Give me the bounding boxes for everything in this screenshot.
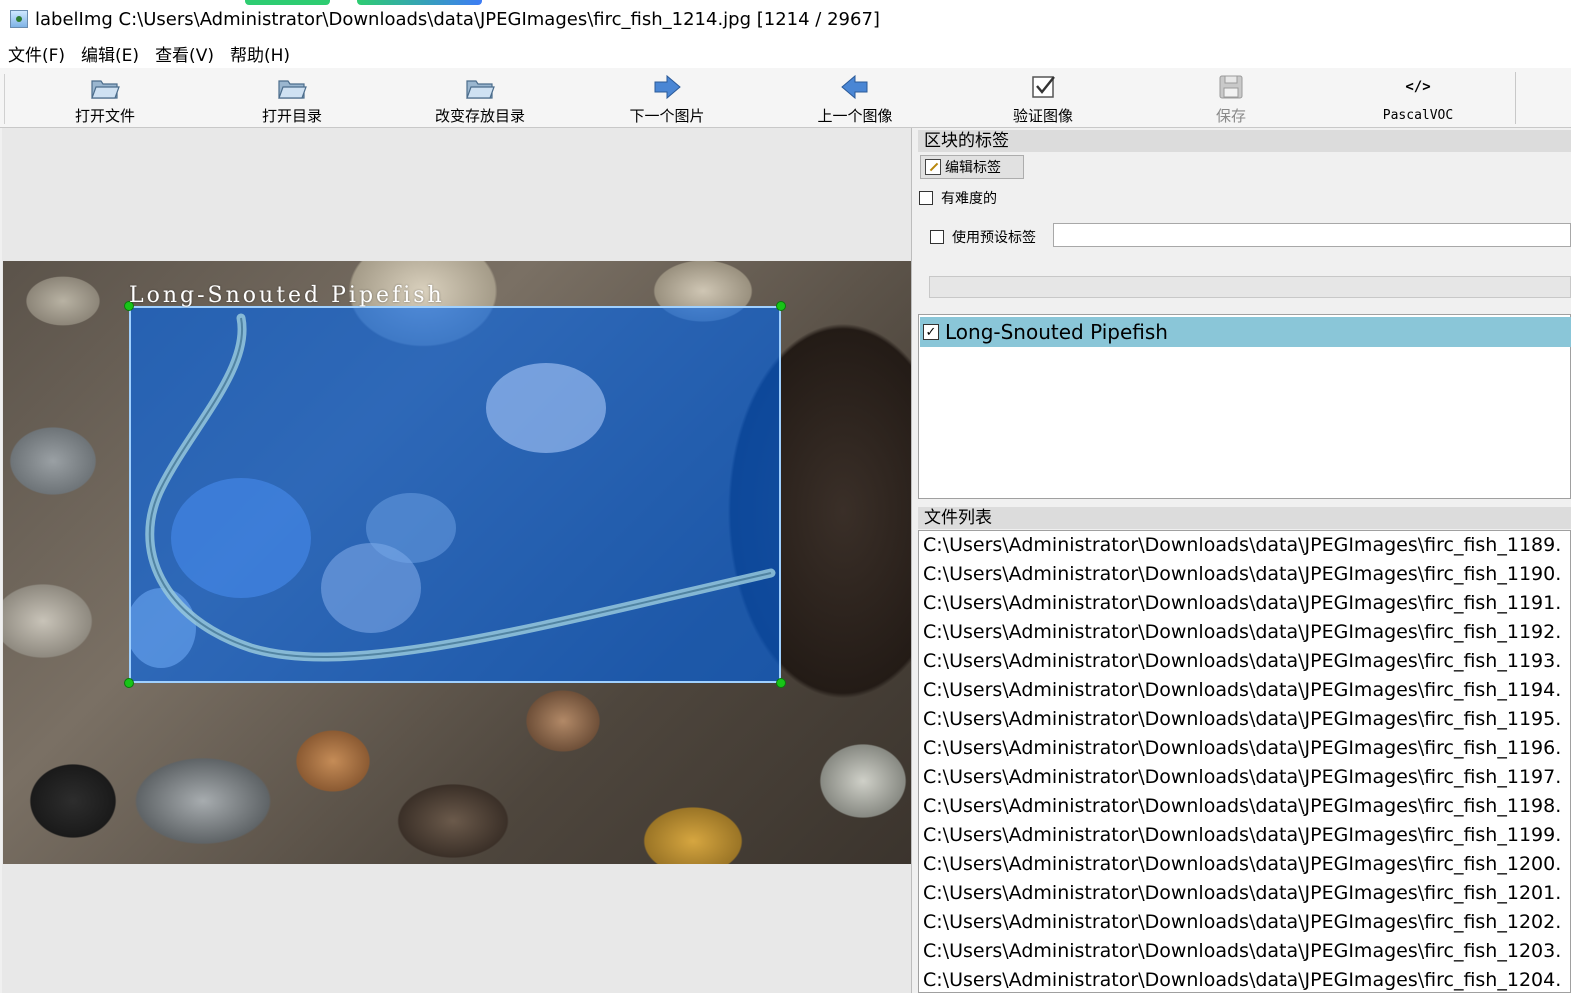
arrow-left-icon [840,72,870,102]
app-icon [10,10,28,28]
change-save-dir-label: 改变存放目录 [434,107,525,125]
label-visible-checkbox[interactable]: ✓ [923,324,939,340]
file-list-item[interactable]: C:\Users\Administrator\Downloads\data\JP… [919,647,1570,676]
file-list-item[interactable]: C:\Users\Administrator\Downloads\data\JP… [919,792,1570,821]
toolbar: 打开文件 打开目录 改变存放目录 下一个图片 上一个图像 验证图像 保存 </>… [0,68,1571,128]
edit-pencil-icon [925,159,941,175]
file-list-item[interactable]: C:\Users\Administrator\Downloads\data\JP… [919,850,1570,879]
file-list-item[interactable]: C:\Users\Administrator\Downloads\data\JP… [919,908,1570,937]
fish-in-box-graphic [131,313,776,668]
title-bar: labelImg C:\Users\Administrator\Download… [0,0,1571,38]
file-list-item[interactable]: C:\Users\Administrator\Downloads\data\JP… [919,589,1570,618]
change-save-dir-button[interactable]: 改变存放目录 [415,68,545,128]
file-list[interactable]: C:\Users\Administrator\Downloads\data\JP… [918,530,1571,993]
folder-open-icon [277,72,307,102]
file-list-item[interactable]: C:\Users\Administrator\Downloads\data\JP… [919,705,1570,734]
open-dir-label: 打开目录 [261,107,322,125]
right-dock-panel: 区块的标签 编辑标签 有难度的 使用预设标签 ✓ Long-Snouted Pi… [915,128,1571,993]
next-image-button[interactable]: 下一个图片 [602,68,732,128]
toolbar-separator [1515,72,1516,124]
verify-image-button[interactable]: 验证图像 [978,68,1108,128]
menu-view[interactable]: 查看(V) [155,41,214,66]
bounding-box[interactable] [129,306,781,683]
use-default-label-checkbox[interactable] [930,230,944,244]
bbox-label-text: Long-Snouted Pipefish [129,283,445,308]
file-list-item[interactable]: C:\Users\Administrator\Downloads\data\JP… [919,821,1570,850]
menu-bar: 文件(F) 编辑(E) 查看(V) 帮助(H) [0,38,1571,68]
default-label-input[interactable] [1053,223,1571,247]
floppy-disk-icon [1216,72,1246,102]
difficult-checkbox-row[interactable]: 有难度的 [919,188,997,208]
checkbox-checked-icon [1028,72,1058,102]
arrow-right-icon [652,72,682,102]
use-default-label-row[interactable]: 使用预设标签 [930,227,1036,247]
taskbar-accent-green [245,0,330,5]
difficult-label: 有难度的 [941,191,997,207]
window-title: labelImg C:\Users\Administrator\Download… [35,8,880,30]
folder-open-icon [465,72,495,102]
file-list-item[interactable]: C:\Users\Administrator\Downloads\data\JP… [919,531,1570,560]
format-label: PascalVOC [1382,108,1454,123]
prev-image-button[interactable]: 上一个图像 [790,68,920,128]
open-dir-button[interactable]: 打开目录 [227,68,357,128]
menu-edit[interactable]: 编辑(E) [81,41,139,66]
file-list-title: 文件列表 [918,507,1571,529]
edit-label-text: 编辑标签 [945,160,1001,176]
file-list-item[interactable]: C:\Users\Administrator\Downloads\data\JP… [919,734,1570,763]
menu-help[interactable]: 帮助(H) [230,41,290,66]
annotated-image[interactable]: Long-Snouted Pipefish [3,261,911,864]
dock-splitter-bar [929,276,1571,298]
bbox-handle-bottom-left[interactable] [124,678,134,688]
image-canvas[interactable]: Long-Snouted Pipefish [2,128,912,993]
file-list-item[interactable]: C:\Users\Administrator\Downloads\data\JP… [919,937,1570,966]
open-file-button[interactable]: 打开文件 [40,68,170,128]
save-button[interactable]: 保存 [1166,68,1296,128]
label-item-text: Long-Snouted Pipefish [945,320,1168,344]
format-pascalvoc-button[interactable]: </> PascalVOC [1353,68,1483,128]
file-list-item[interactable]: C:\Users\Administrator\Downloads\data\JP… [919,618,1570,647]
file-list-item[interactable]: C:\Users\Administrator\Downloads\data\JP… [919,879,1570,908]
labels-dock-title: 区块的标签 [918,130,1571,152]
menu-file[interactable]: 文件(F) [8,41,65,66]
code-icon: </> [1405,79,1431,95]
folder-open-icon [90,72,120,102]
open-file-label: 打开文件 [74,107,135,125]
file-list-item[interactable]: C:\Users\Administrator\Downloads\data\JP… [919,763,1570,792]
toolbar-grip [4,74,5,124]
label-list[interactable]: ✓ Long-Snouted Pipefish [918,314,1571,499]
prev-image-label: 上一个图像 [817,107,893,125]
use-default-label-text: 使用预设标签 [952,230,1036,246]
bbox-handle-top-right[interactable] [776,301,786,311]
file-list-item[interactable]: C:\Users\Administrator\Downloads\data\JP… [919,966,1570,992]
next-image-label: 下一个图片 [629,107,705,125]
labelimg-window: labelImg C:\Users\Administrator\Download… [0,0,1571,993]
difficult-checkbox[interactable] [919,191,933,205]
bbox-handle-bottom-right[interactable] [776,678,786,688]
taskbar-accent-blue [357,0,482,5]
verify-image-label: 验证图像 [1012,107,1073,125]
label-list-item[interactable]: ✓ Long-Snouted Pipefish [920,317,1571,347]
file-list-item[interactable]: C:\Users\Administrator\Downloads\data\JP… [919,676,1570,705]
file-list-item[interactable]: C:\Users\Administrator\Downloads\data\JP… [919,560,1570,589]
edit-label-button[interactable]: 编辑标签 [920,155,1024,179]
save-label: 保存 [1215,107,1246,125]
